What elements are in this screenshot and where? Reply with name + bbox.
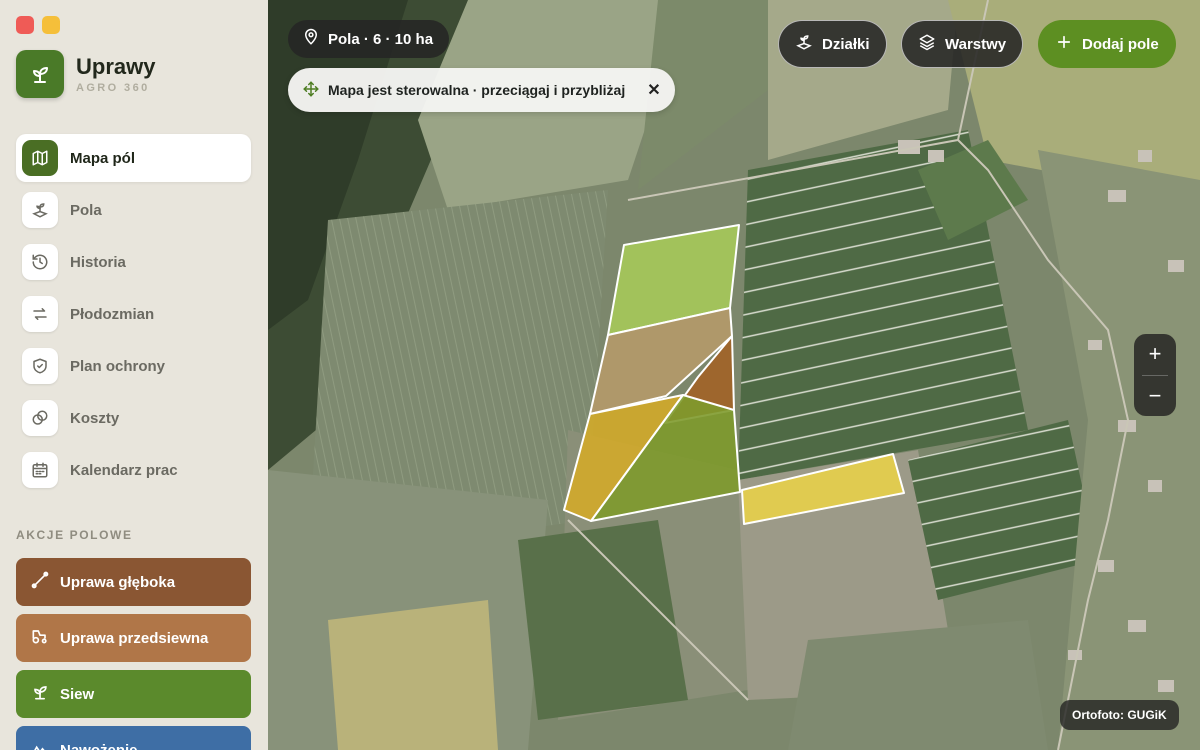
nav-label: Płodozmian bbox=[70, 305, 155, 323]
terrain-patch bbox=[518, 520, 688, 720]
nav-label: Kalendarz prac bbox=[70, 461, 178, 479]
parcels-button[interactable]: Działki bbox=[778, 20, 887, 68]
terrain-patch bbox=[788, 620, 1048, 750]
add-field-button[interactable]: Dodaj pole bbox=[1038, 20, 1176, 68]
map-info-pill: Mapa jest sterowalna · przeciągaj i przy… bbox=[288, 68, 675, 112]
tractor-icon bbox=[30, 626, 50, 650]
app-title: Uprawy bbox=[76, 53, 156, 79]
map-icon bbox=[22, 140, 58, 176]
nav-label: Plan ochrony bbox=[70, 357, 166, 375]
nav-item-koszty[interactable]: Koszty bbox=[16, 394, 251, 442]
main-nav: Mapa pól Pola Historia Płodozmian Plan o… bbox=[16, 134, 251, 498]
field-actions: Uprawa głęboka Uprawa przedsiewna Siew N… bbox=[16, 558, 251, 750]
nav-item-kalendarz-prac[interactable]: Kalendarz prac bbox=[16, 446, 251, 494]
layers-icon bbox=[918, 33, 936, 55]
layers-label: Warstwy bbox=[945, 35, 1007, 53]
minimize-window-button[interactable] bbox=[42, 16, 60, 34]
nav-item-historia[interactable]: Historia bbox=[16, 238, 251, 286]
close-window-button[interactable] bbox=[16, 16, 34, 34]
fields-summary-chip[interactable]: Pola · 6 · 10 ha bbox=[288, 20, 450, 58]
map-info-text: Mapa jest sterowalna · przeciągaj i przy… bbox=[328, 82, 626, 98]
action-label: Uprawa przedsiewna bbox=[60, 629, 209, 647]
zoom-out-button[interactable]: − bbox=[1134, 376, 1176, 417]
nav-label: Koszty bbox=[70, 409, 120, 427]
map-canvas[interactable]: Pola · 6 · 10 ha Mapa jest sterowalna · … bbox=[268, 0, 1200, 750]
nav-label: Mapa pól bbox=[70, 149, 136, 167]
shield-icon bbox=[22, 348, 58, 384]
action-label: Siew bbox=[60, 685, 95, 703]
plow-icon bbox=[30, 570, 50, 594]
history-icon bbox=[22, 244, 58, 280]
nav-label: Pola bbox=[70, 201, 102, 219]
sprout-pin-icon bbox=[22, 192, 58, 228]
sprout-pin-icon bbox=[795, 33, 813, 55]
zoom-control: + − bbox=[1134, 334, 1176, 416]
section-title-akcje-polowe: AKCJE POLOWE bbox=[16, 528, 133, 542]
sidebar: Uprawy AGRO 360 Mapa pól Pola Historia P… bbox=[0, 0, 268, 750]
map-pin-icon bbox=[302, 28, 320, 50]
fields-summary-label: Pola · 6 · 10 ha bbox=[328, 30, 434, 48]
action-siew[interactable]: Siew bbox=[16, 670, 251, 718]
action-label: Uprawa głęboka bbox=[60, 573, 176, 591]
fertilizer-icon bbox=[30, 738, 50, 750]
action-uprawa-przedsiewna[interactable]: Uprawa przedsiewna bbox=[16, 614, 251, 662]
nav-item-pola[interactable]: Pola bbox=[16, 186, 251, 234]
window-controls bbox=[16, 16, 60, 34]
nav-item-mapa-pol[interactable]: Mapa pól bbox=[16, 134, 251, 182]
rotation-icon bbox=[22, 296, 58, 332]
action-nawozenie[interactable]: Nawożenie bbox=[16, 726, 251, 750]
close-icon[interactable]: ✕ bbox=[647, 80, 660, 100]
orthophoto-map bbox=[268, 0, 1200, 750]
coins-icon bbox=[22, 400, 58, 436]
app-subtitle: AGRO 360 bbox=[76, 81, 150, 94]
add-field-label: Dodaj pole bbox=[1082, 35, 1159, 53]
action-uprawa-gleboka[interactable]: Uprawa głęboka bbox=[16, 558, 251, 606]
calendar-icon bbox=[22, 452, 58, 488]
move-icon bbox=[302, 80, 320, 101]
action-label: Nawożenie bbox=[60, 741, 138, 750]
sprout-logo-icon bbox=[16, 50, 64, 98]
brand: Uprawy AGRO 360 bbox=[16, 50, 155, 98]
layers-button[interactable]: Warstwy bbox=[901, 20, 1024, 68]
nav-label: Historia bbox=[70, 253, 126, 271]
map-credit: Ortofoto: GUGiK bbox=[1060, 700, 1179, 730]
parcels-label: Działki bbox=[822, 35, 870, 53]
plus-icon bbox=[1055, 33, 1073, 55]
seedling-icon bbox=[30, 682, 50, 706]
terrain-patch bbox=[328, 600, 498, 750]
nav-item-plan-ochrony[interactable]: Plan ochrony bbox=[16, 342, 251, 390]
nav-item-plodozmian[interactable]: Płodozmian bbox=[16, 290, 251, 338]
zoom-in-button[interactable]: + bbox=[1134, 334, 1176, 375]
